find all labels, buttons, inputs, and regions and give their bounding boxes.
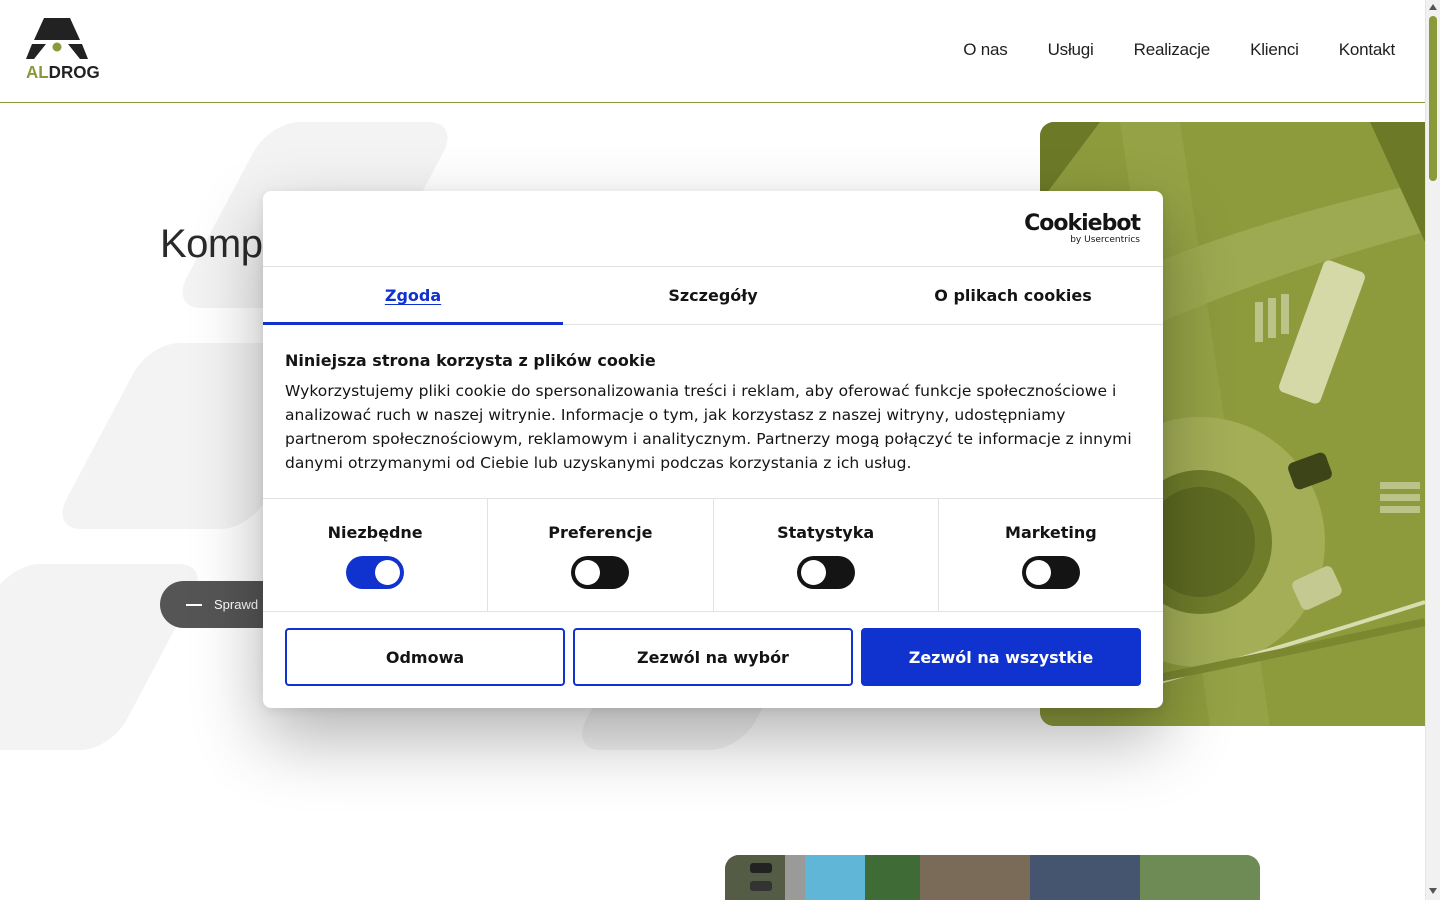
dash-icon	[186, 603, 202, 606]
logo-text-accent: AL	[26, 62, 49, 83]
logo-text-rest: DROG	[48, 62, 100, 83]
cookie-consent-dialog: Cookiebot by Usercentrics Zgoda Szczegół…	[263, 191, 1163, 708]
toggle-group-niezbedne: Niezbędne	[263, 499, 489, 611]
hero-title: Komp	[160, 222, 263, 266]
tab-zgoda[interactable]: Zgoda	[263, 267, 563, 325]
scroll-thumb[interactable]	[1429, 16, 1437, 181]
nav-realizacje[interactable]: Realizacje	[1134, 40, 1211, 60]
allow-all-button[interactable]: Zezwól na wszystkie	[861, 628, 1141, 686]
nav-o-nas[interactable]: O nas	[963, 40, 1008, 60]
toggle-knob	[800, 560, 826, 585]
toggle-label: Niezbędne	[327, 523, 423, 542]
page: ALDROG O nas Usługi Realizacje Klienci K…	[0, 0, 1440, 900]
cookiebot-brand: Cookiebot	[1024, 211, 1141, 236]
dialog-header: Cookiebot by Usercentrics	[263, 191, 1163, 267]
decline-button[interactable]: Odmowa	[285, 628, 565, 686]
toggle-knob	[575, 560, 601, 585]
tab-o-plikach-cookies[interactable]: O plikach cookies	[863, 267, 1163, 324]
nav-klienci[interactable]: Klienci	[1250, 40, 1299, 60]
scroll-up-arrow-icon[interactable]	[1429, 4, 1437, 10]
site-header: ALDROG O nas Usługi Realizacje Klienci K…	[0, 0, 1425, 103]
toggle-knob	[1025, 560, 1051, 585]
nav-kontakt[interactable]: Kontakt	[1339, 40, 1395, 60]
dialog-actions: Odmowa Zezwól na wybór Zezwól na wszystk…	[263, 612, 1163, 702]
dialog-heading: Niniejsza strona korzysta z plików cooki…	[285, 351, 656, 370]
toggle-label: Preferencje	[548, 523, 653, 542]
cookiebot-logo[interactable]: Cookiebot by Usercentrics	[1024, 211, 1141, 246]
scroll-down-arrow-icon[interactable]	[1429, 888, 1437, 894]
logo-wordmark: ALDROG	[26, 63, 100, 84]
hero-cta-label: Sprawd	[214, 597, 259, 612]
dialog-tabs: Zgoda Szczegóły O plikach cookies	[263, 267, 1163, 325]
toggle-label: Statystyka	[777, 523, 875, 542]
toggle-statystyka-switch[interactable]	[796, 556, 855, 589]
page-scrollbar[interactable]	[1425, 0, 1440, 900]
dialog-description: Wykorzystujemy pliki cookie do spersonal…	[285, 382, 1132, 472]
consent-toggles: Niezbędne Preferencje Statystyka Marketi…	[263, 499, 1163, 612]
toggle-marketing-switch[interactable]	[1021, 556, 1080, 589]
toggle-label: Marketing	[1005, 523, 1097, 542]
toggle-group-preferencje: Preferencje	[488, 499, 714, 611]
tab-szczegoly[interactable]: Szczegóły	[563, 267, 863, 324]
cookiebot-brand-sub: by Usercentrics	[1070, 235, 1140, 245]
toggle-preferencje-switch[interactable]	[571, 556, 630, 589]
bottom-photo-illustration	[725, 855, 1260, 900]
toggle-group-statystyka: Statystyka	[714, 499, 939, 611]
toggle-group-marketing: Marketing	[939, 499, 1163, 611]
main-nav: O nas Usługi Realizacje Klienci Kontakt	[963, 40, 1395, 60]
toggle-niezbedne-switch[interactable]	[346, 556, 405, 589]
allow-selection-button[interactable]: Zezwól na wybór	[573, 628, 853, 686]
dialog-body: Niniejsza strona korzysta z plików cooki…	[263, 325, 1163, 499]
toggle-knob	[375, 560, 401, 585]
bottom-photo	[725, 855, 1260, 900]
nav-uslugi[interactable]: Usługi	[1048, 40, 1094, 60]
